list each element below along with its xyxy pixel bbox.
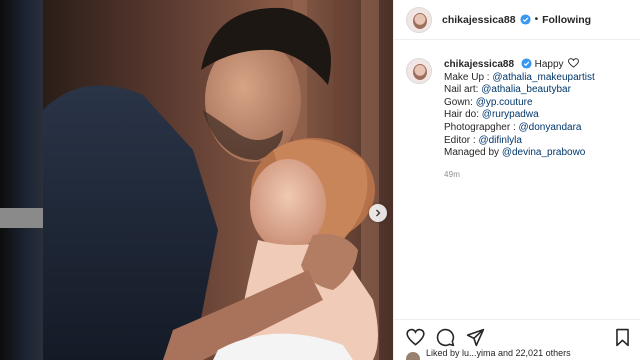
avatar[interactable] [406,58,432,84]
chevron-right-icon [376,209,381,217]
caption-first-line: chikajessica88 Happy [444,58,595,72]
comment-icon[interactable] [436,328,455,347]
verified-badge-icon [521,58,532,69]
mention-link[interactable]: @yp.couture [476,97,533,108]
post-timestamp[interactable]: 49m [444,169,595,182]
caption-line: Gown: @yp.couture [444,97,595,110]
caption-line: Editor : @difinlyla [444,135,595,148]
caption-body: chikajessica88 Happy Make Up : @athalia_… [444,58,595,181]
header-separator: • [534,14,539,25]
post-photo[interactable] [43,0,393,360]
follow-status-button[interactable]: Following [542,14,591,26]
caption-line: Hair do: @rurypadwa [444,109,595,122]
mention-link[interactable]: @rurypadwa [482,109,539,120]
caption-line: Nail art: @athalia_beautybar [444,84,595,97]
heart-icon[interactable] [406,328,425,347]
mention-link[interactable]: @athalia_beautybar [481,84,571,95]
next-photo-button[interactable] [369,204,387,222]
caption-line: Photograpgher : @donyandara [444,122,595,135]
caption-label: Editor : [444,134,479,146]
avatar[interactable] [406,352,420,360]
post-caption: chikajessica88 Happy Make Up : @athalia_… [394,40,640,181]
caption-label: Managed by [444,147,502,159]
mention-link[interactable]: @donyandara [519,122,582,133]
verified-badge-icon [520,14,531,25]
caption-line: Managed by @devina_prabowo [444,147,595,160]
post-header: chikajessica88 • Following [394,0,640,40]
mention-link[interactable]: @athalia_makeupartist [492,72,594,83]
share-icon[interactable] [466,328,485,347]
liked-by-text[interactable]: Liked by lu...yima and 22,021 others [426,348,571,358]
caption-label: Photograpgher : [444,121,519,133]
background-shade [0,0,43,360]
avatar[interactable] [406,6,432,33]
caption-label: Gown: [444,96,476,108]
bookmark-icon[interactable] [613,328,632,347]
caption-label: Make Up : [444,71,493,83]
post-side-panel: chikajessica88 • Following chikajessica8… [393,0,640,360]
caption-username[interactable]: chikajessica88 [444,59,514,70]
header-username[interactable]: chikajessica88 [442,14,516,26]
heart-emoji-icon [568,58,580,68]
mention-link[interactable]: @devina_prabowo [502,147,586,158]
page-background-left [0,0,43,360]
caption-text: Happy [534,59,564,70]
photo-illustration [43,0,393,360]
caption-line: Make Up : @athalia_makeupartist [444,72,595,85]
background-strip [0,208,43,228]
caption-label: Nail art: [444,84,482,96]
caption-label: Hair do: [444,109,482,121]
mention-link[interactable]: @difinlyla [478,135,522,146]
